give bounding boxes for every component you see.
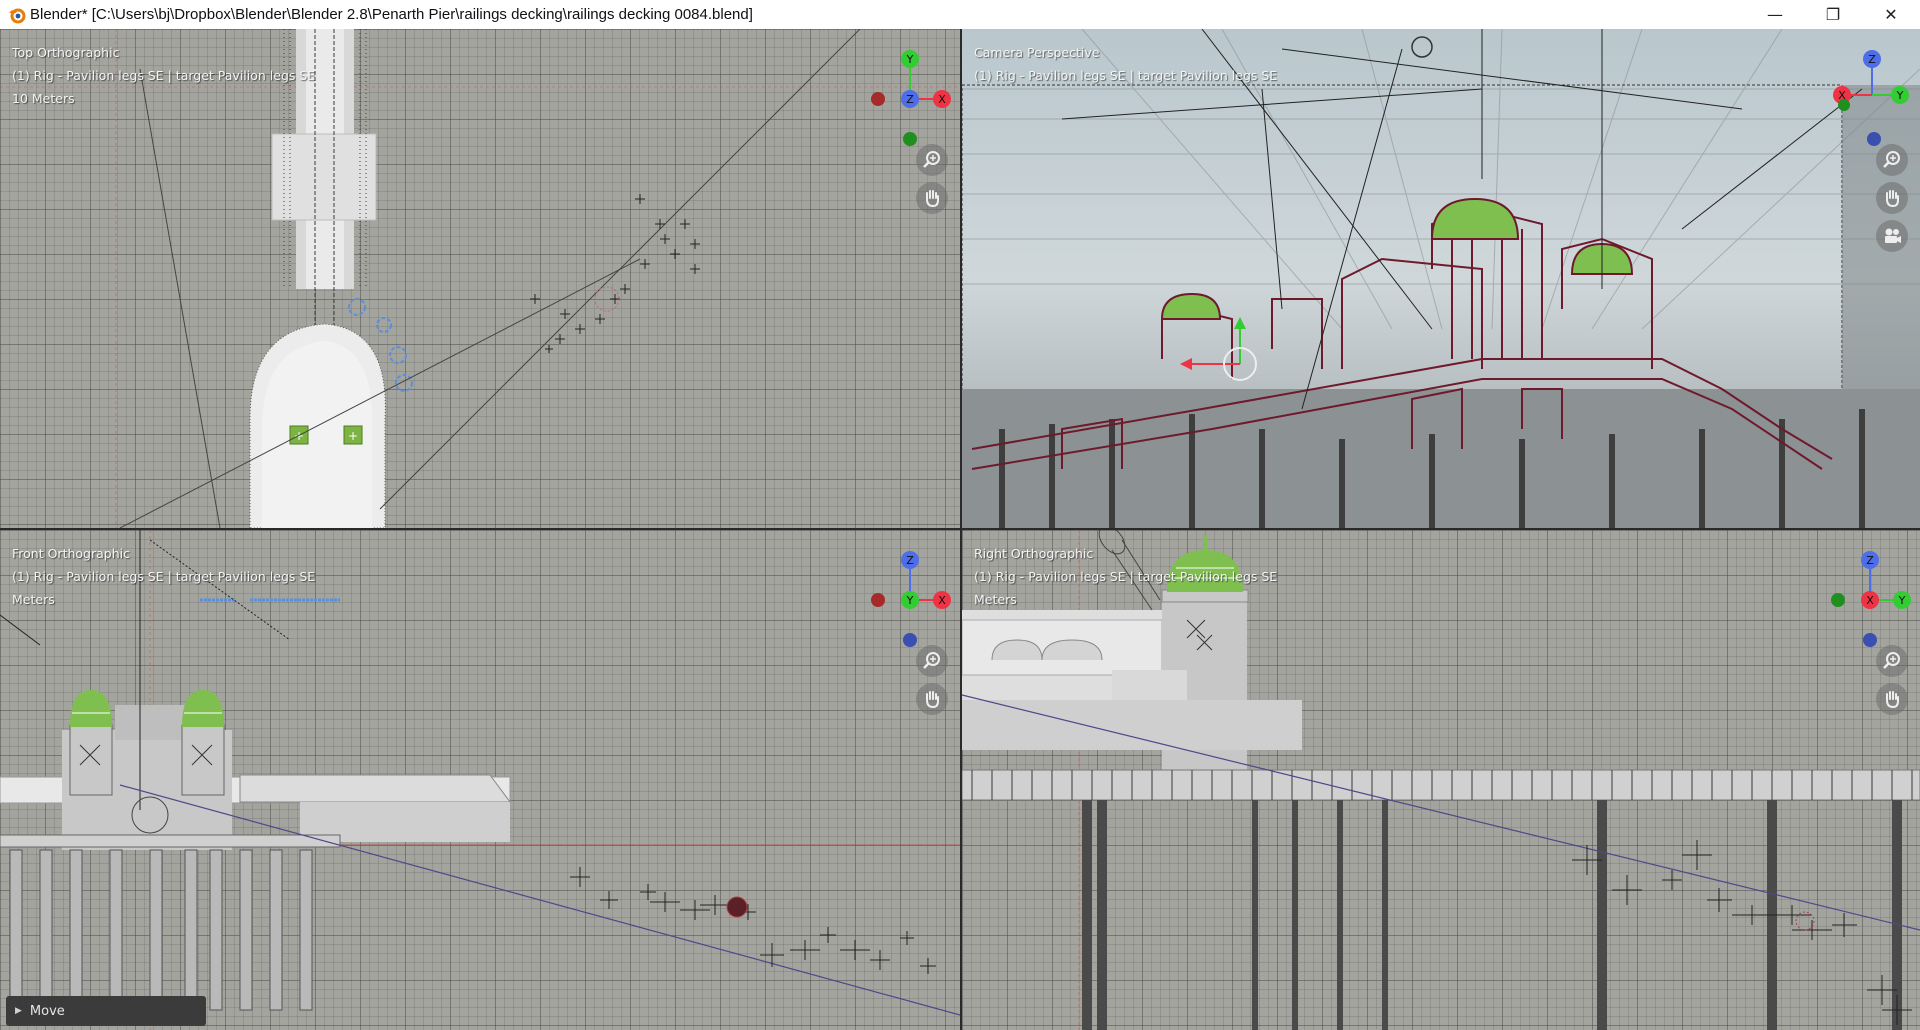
gizmo-x-label: X (938, 93, 946, 106)
move-operator-panel[interactable]: ▶ Move (6, 996, 206, 1026)
active-object-label: (1) Rig - Pavilion legs SE | target Pavi… (974, 68, 1278, 83)
viewport-top-orthographic[interactable]: + + Top Orthographic (1) Rig - Pavilion … (0, 29, 960, 528)
view-name-label: Top Orthographic (12, 45, 120, 60)
expand-triangle-icon[interactable]: ▶ (15, 1006, 22, 1016)
window-title: Blender* [C:\Users\bj\Dropbox\Blender\Bl… (30, 6, 753, 23)
zoom-icon (923, 652, 940, 669)
navigation-gizmo[interactable]: Y Z X (842, 37, 952, 147)
gizmo-y-label: Y (906, 53, 914, 66)
gizmo-y-label: Y (1898, 594, 1906, 607)
pan-button[interactable] (916, 182, 948, 214)
zoom-button[interactable] (1876, 144, 1908, 176)
blender-logo-icon (6, 4, 28, 26)
zoom-button[interactable] (916, 144, 948, 176)
zoom-icon (1883, 151, 1900, 168)
view-name-label: Front Orthographic (12, 546, 130, 561)
viewport-info-overlay: Front Orthographic (1) Rig - Pavilion le… (12, 542, 315, 611)
hand-icon (926, 691, 939, 709)
svg-text:+: + (294, 429, 304, 443)
gizmo-x-label: X (1866, 594, 1874, 607)
gizmo-z-label: Z (906, 554, 914, 567)
hand-icon (1886, 691, 1899, 709)
gizmo-y-label: Y (1896, 89, 1904, 102)
viewport-info-overlay: Right Orthographic (1) Rig - Pavilion le… (974, 542, 1277, 611)
viewport-camera-perspective[interactable]: Camera Perspective (1) Rig - Pavilion le… (962, 29, 1920, 528)
operator-label: Move (29, 1003, 65, 1019)
active-object-label: (1) Rig - Pavilion legs SE | target Pavi… (12, 68, 316, 83)
minimize-button[interactable]: — (1746, 0, 1804, 29)
zoom-button[interactable] (1876, 645, 1908, 677)
svg-text:+: + (348, 429, 358, 443)
pan-button[interactable] (1876, 683, 1908, 715)
close-icon: ✕ (1884, 5, 1898, 24)
active-object-label: (1) Rig - Pavilion legs SE | target Pavi… (12, 569, 316, 584)
pan-button[interactable] (1876, 182, 1908, 214)
title-bar: Blender* [C:\Users\bj\Dropbox\Blender\Bl… (0, 0, 1920, 29)
zoom-icon (1883, 652, 1900, 669)
grid-scale-label: 10 Meters (12, 91, 75, 106)
close-button[interactable]: ✕ (1862, 0, 1920, 29)
viewport-divider-horizontal[interactable] (0, 528, 1920, 530)
viewport-front-orthographic[interactable]: Front Orthographic (1) Rig - Pavilion le… (0, 530, 960, 1030)
pan-button[interactable] (916, 683, 948, 715)
zoom-button[interactable] (916, 645, 948, 677)
grid-scale-label: Meters (12, 592, 55, 607)
zoom-icon (923, 151, 940, 168)
hand-icon (1886, 190, 1899, 208)
minimize-icon: — (1767, 5, 1783, 24)
view-name-label: Camera Perspective (974, 45, 1100, 60)
gizmo-z-label: Z (1868, 53, 1876, 66)
navigation-gizmo[interactable]: Z X Y (1802, 538, 1912, 648)
viewport-info-overlay: Top Orthographic (1) Rig - Pavilion legs… (12, 41, 315, 110)
gizmo-y-label: Y (906, 594, 914, 607)
maximize-button[interactable]: ❐ (1804, 0, 1862, 29)
camera-icon (1885, 228, 1901, 243)
gizmo-x-label: X (938, 594, 946, 607)
maximize-icon: ❐ (1825, 5, 1841, 24)
navigation-gizmo[interactable]: Z Y X (842, 538, 952, 648)
camera-view-scene (962, 29, 1920, 528)
grid-scale-label: Meters (974, 592, 1017, 607)
viewport-info-overlay: Camera Perspective (1) Rig - Pavilion le… (974, 41, 1277, 87)
camera-view-button[interactable] (1876, 220, 1908, 252)
gizmo-z-label: Z (906, 93, 914, 106)
viewport-right-orthographic[interactable]: Right Orthographic (1) Rig - Pavilion le… (962, 530, 1920, 1030)
active-object-label: (1) Rig - Pavilion legs SE | target Pavi… (974, 569, 1278, 584)
navigation-gizmo[interactable]: Z X Y (1802, 37, 1912, 147)
hand-icon (926, 190, 939, 208)
gizmo-z-label: Z (1866, 554, 1874, 567)
view-name-label: Right Orthographic (974, 546, 1094, 561)
